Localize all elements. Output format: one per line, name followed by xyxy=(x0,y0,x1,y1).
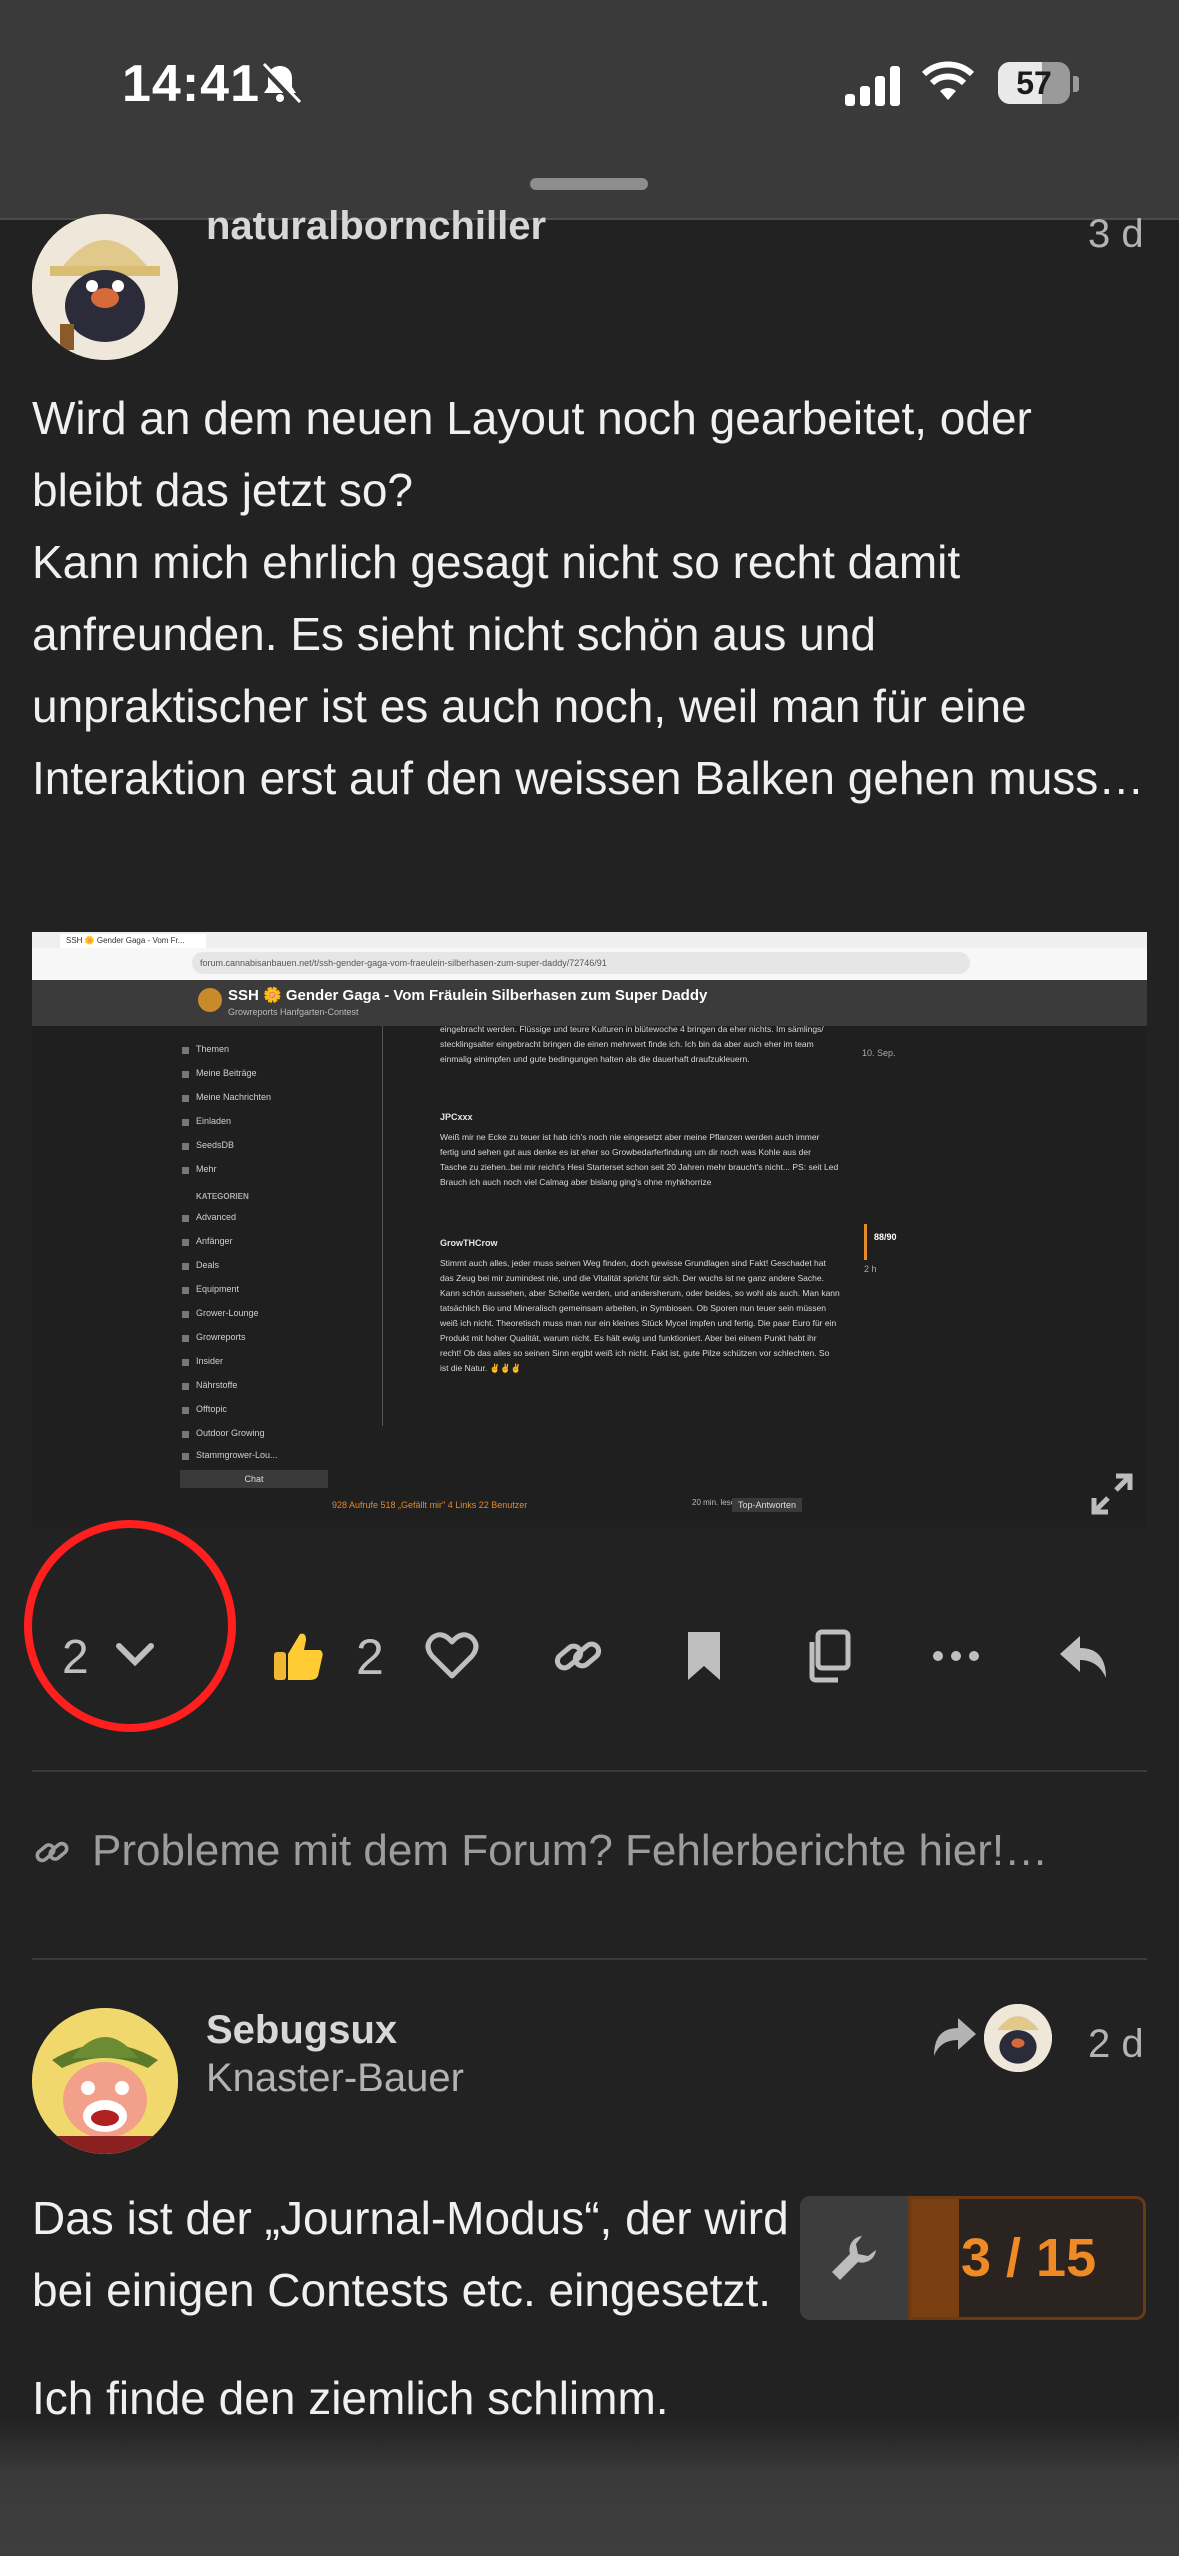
replies-count[interactable]: 2 xyxy=(62,1630,89,1685)
battery-icon: 57 xyxy=(998,62,1070,104)
expand-icon[interactable] xyxy=(1090,1472,1134,1516)
sidebar-item: Meine Nachrichten xyxy=(181,1092,272,1102)
status-time: 14:41 xyxy=(122,55,260,113)
sidebar-item: Meine Beiträge xyxy=(182,1068,257,1078)
drag-handle[interactable] xyxy=(530,178,648,190)
avatar[interactable] xyxy=(32,2008,178,2154)
link-icon[interactable] xyxy=(550,1628,606,1684)
admin-tools-button[interactable] xyxy=(800,2196,908,2320)
category-item: Equipment xyxy=(181,1284,240,1294)
timeline-ago: 2 h xyxy=(864,1264,877,1274)
highlight-circle xyxy=(24,1520,236,1732)
reply-icon[interactable] xyxy=(1056,1628,1112,1684)
divider xyxy=(32,1770,1147,1772)
avatar[interactable] xyxy=(32,214,178,360)
category-item: Anfänger xyxy=(182,1236,233,1246)
header-divider xyxy=(0,218,1179,220)
sidebar-item: Mehr xyxy=(182,1164,217,1174)
topic-tags: Growreports Hanfgarten-Contest xyxy=(228,1007,359,1017)
message-text: Stimmt auch alles, jeder muss seinen Weg… xyxy=(440,1258,840,1373)
linked-topic-title[interactable]: Probleme mit dem Forum? Fehlerberichte h… xyxy=(92,1826,1048,1876)
timeline-date: 10. Sep. xyxy=(862,1048,896,1058)
topic-stats: 928 Aufrufe 518 „Gefällt mir" 4 Links 22… xyxy=(332,1500,528,1510)
forum-logo xyxy=(198,988,222,1012)
post-date[interactable]: 3 d xyxy=(1088,212,1144,257)
post-paragraph: Kann mich ehrlich gesagt nicht so recht … xyxy=(32,536,1145,804)
post-paragraph: Wird an dem neuen Layout noch gearbeitet… xyxy=(32,392,1032,516)
top-answers-button: Top-Antworten xyxy=(732,1498,803,1512)
reply-to-avatar[interactable] xyxy=(984,2004,1052,2072)
heart-icon[interactable] xyxy=(424,1628,480,1684)
chevron-down-icon[interactable] xyxy=(115,1640,155,1670)
reply-to-icon[interactable] xyxy=(930,2012,980,2062)
message-text: Weiß mir ne Ecke zu teuer ist hab ich's … xyxy=(440,1132,839,1187)
bottom-fade xyxy=(0,2420,1179,2556)
battery-tip xyxy=(1073,76,1079,92)
likes-count[interactable]: 2 xyxy=(356,1628,384,1686)
category-item: Stammgrower-Lou... xyxy=(182,1450,278,1460)
message-author: GrowTHCrow xyxy=(440,1238,498,1248)
timeline-bar xyxy=(864,1224,867,1260)
progress-fill xyxy=(911,2199,959,2317)
category-item: Grower-Lounge xyxy=(182,1308,259,1318)
embedded-screenshot[interactable]: SSH 🌼 Gender Gaga - Vom Fr... forum.cann… xyxy=(32,932,1147,1527)
category-item: Outdoor Growing xyxy=(182,1428,265,1438)
post-body: Wird an dem neuen Layout noch gearbeitet… xyxy=(32,382,1152,814)
browser-url: forum.cannabisanbauen.net/t/ssh-gender-g… xyxy=(192,952,970,974)
category-item: Insider xyxy=(181,1356,224,1366)
link-icon xyxy=(35,1841,69,1863)
category-item: Advanced xyxy=(181,1212,237,1222)
battery-percent: 57 xyxy=(1016,65,1052,101)
category-item: Offtopic xyxy=(182,1404,227,1414)
bookmark-icon[interactable] xyxy=(676,1628,732,1684)
message-author: JPCxxx xyxy=(440,1112,473,1122)
copy-icon[interactable] xyxy=(800,1628,856,1684)
sidebar-item: SeedsDB xyxy=(181,1140,235,1150)
chat-button: Chat xyxy=(180,1470,328,1488)
post-paragraph: Das ist der „Journal-Modus“, der wird be… xyxy=(32,2192,789,2316)
categories-heading: KATEGORIEN xyxy=(196,1192,249,1201)
divider xyxy=(32,1958,1147,1960)
post-date[interactable]: 2 d xyxy=(1088,2022,1144,2067)
post-username[interactable]: Sebugsux xyxy=(206,2008,397,2053)
bell-muted-icon xyxy=(259,62,302,107)
progress-label: 3 / 15 xyxy=(961,2228,1097,2288)
sidebar-item: Themen xyxy=(181,1044,230,1054)
post-username[interactable]: naturalbornchiller xyxy=(206,204,546,249)
thumbs-up-icon[interactable] xyxy=(270,1628,326,1684)
topic-progress[interactable]: 3 / 15 xyxy=(908,2196,1146,2320)
user-title: Knaster-Bauer xyxy=(206,2056,464,2100)
topic-title: SSH 🌼 Gender Gaga - Vom Fräulein Silberh… xyxy=(228,987,708,1004)
category-item: Deals xyxy=(181,1260,220,1270)
thread-line xyxy=(382,1026,383,1426)
category-item: Growreports xyxy=(182,1332,246,1342)
sidebar-item: Einladen xyxy=(181,1116,232,1126)
timeline-position: 88/90 xyxy=(874,1232,897,1242)
message-text: eingebracht werden. Flüssige und teure K… xyxy=(440,1024,824,1064)
wrench-icon xyxy=(832,2236,876,2280)
wifi-icon xyxy=(921,61,975,100)
more-icon[interactable] xyxy=(928,1628,984,1684)
cell-signal-icon xyxy=(845,66,901,106)
browser-tab: SSH 🌼 Gender Gaga - Vom Fr... xyxy=(60,934,206,948)
category-item: Nährstoffe xyxy=(181,1380,238,1390)
